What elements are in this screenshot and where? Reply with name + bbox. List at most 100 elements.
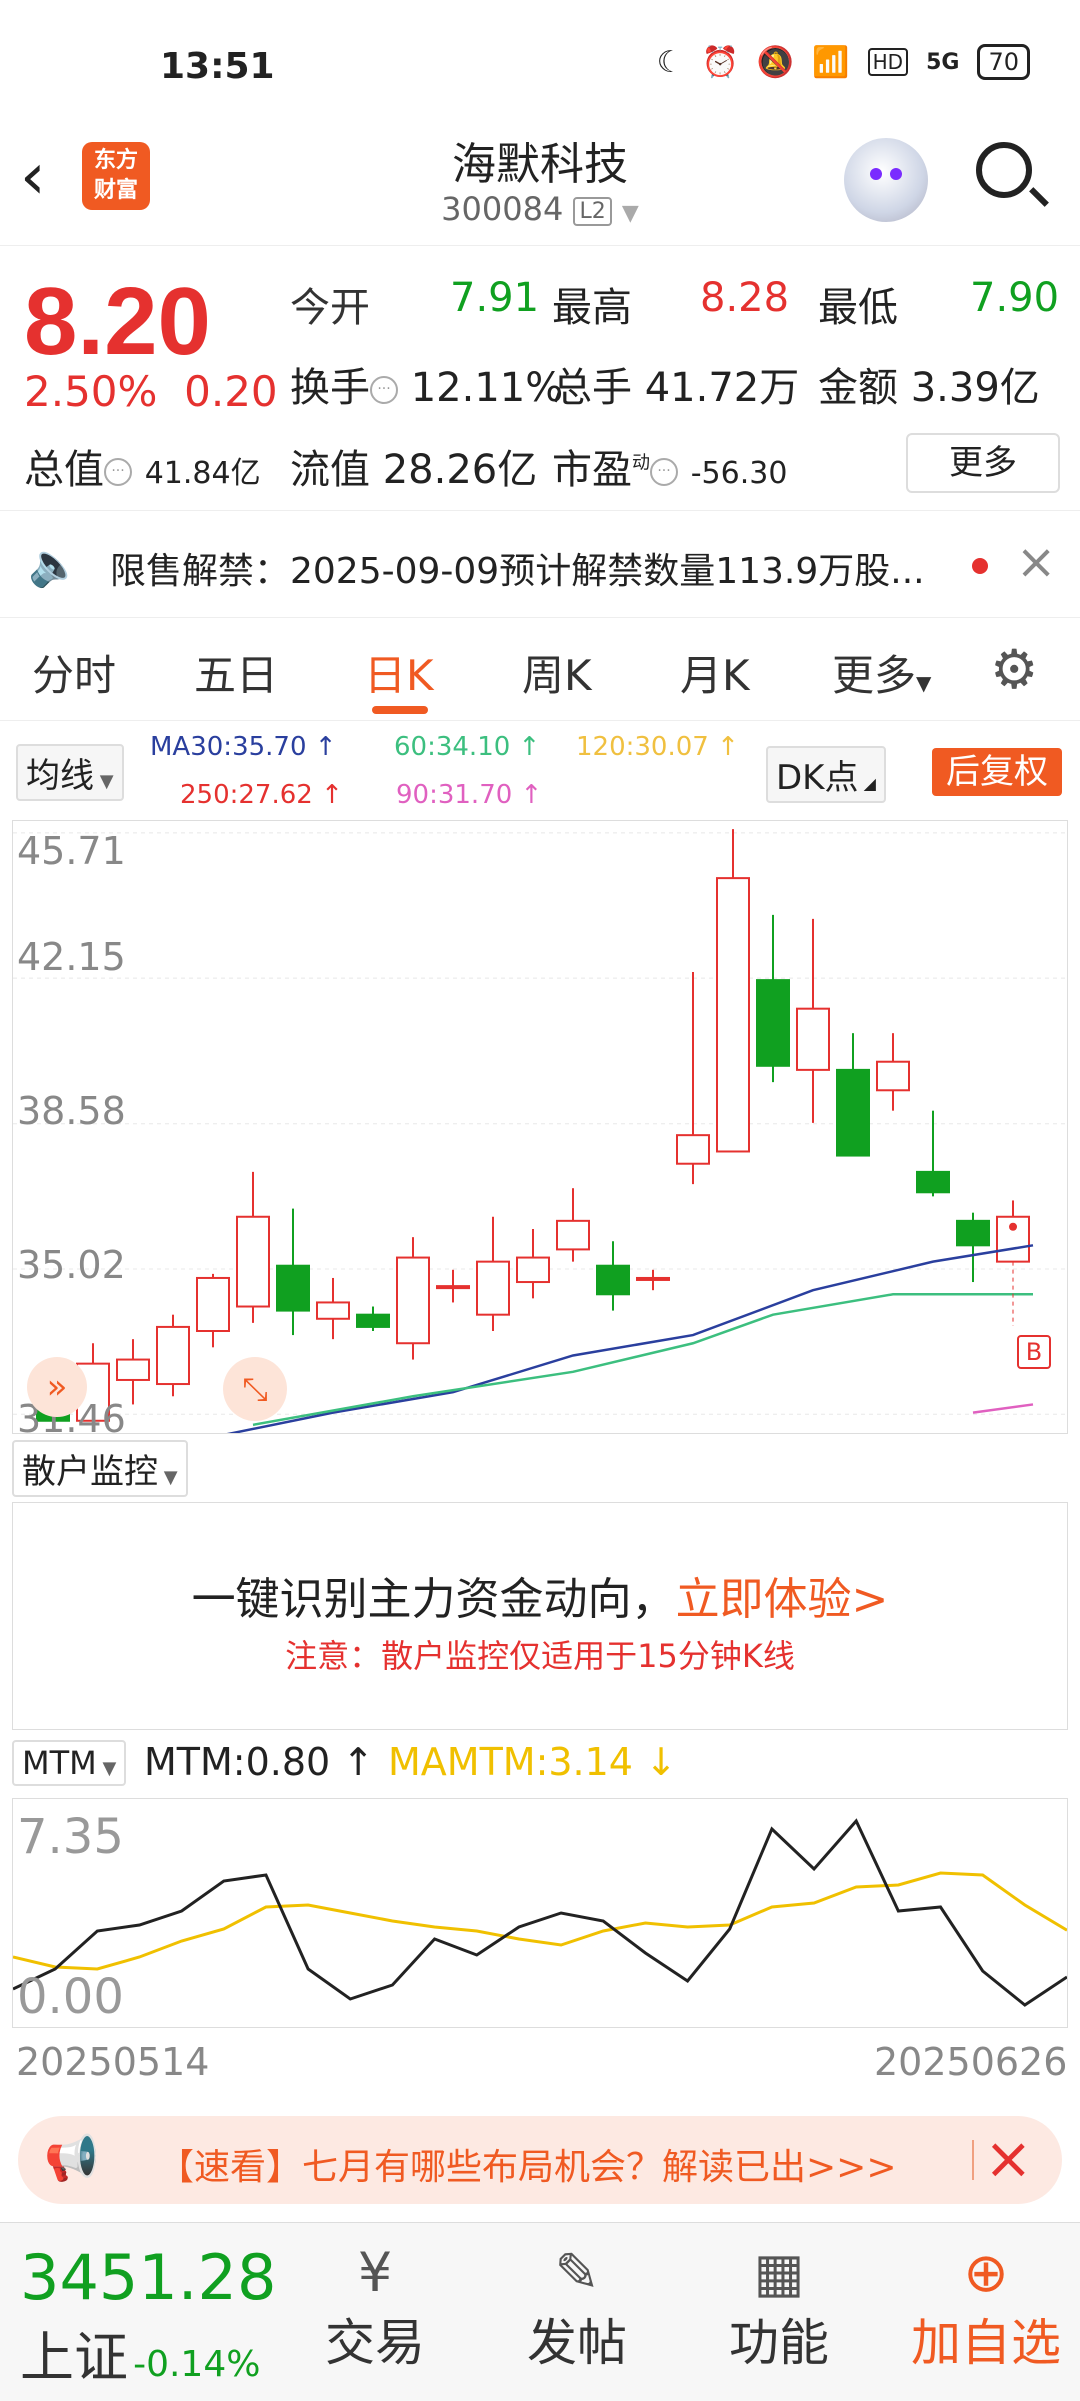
turnover-value: 12.11% (410, 365, 564, 411)
close-icon[interactable]: × (984, 2124, 1033, 2192)
dropdown-icon: ▼ (94, 771, 114, 792)
y-tick-label: 45.71 (17, 829, 126, 873)
fullscreen-icon[interactable]: ⤡ (223, 1357, 287, 1421)
volume-field: 总手 41.72万 (552, 365, 800, 411)
mtm-y-top: 7.35 (17, 1809, 124, 1865)
grid-icon: ▦ (753, 2241, 805, 2304)
hd-badge: HD (867, 48, 909, 76)
bottom-bar: 3451.28 上证 -0.14% ¥ 交易 ✎ 发帖 ▦ 功能 ⊕ 加自选 (0, 2222, 1080, 2401)
candle (556, 1188, 590, 1262)
battery-icon: 70 (977, 44, 1030, 80)
pe-field: 市盈动 ··· -56.30 (552, 447, 788, 493)
quote-panel: 8.20 2.50% 0.20 今开 7.91 最高 8.28 最低 7.90 … (0, 245, 1080, 511)
high-value: 8.28 (700, 275, 790, 321)
candle (956, 1212, 990, 1283)
close-icon[interactable]: × (1016, 534, 1056, 590)
ma-line-90 (972, 1403, 1034, 1414)
candle (596, 1241, 630, 1311)
open-value: 7.91 (450, 275, 540, 321)
fuquan-button[interactable]: 后复权 (932, 748, 1062, 796)
tab-wuri[interactable]: 五日 (194, 642, 278, 703)
candle (356, 1306, 390, 1331)
index-name: 上证 (20, 2326, 128, 2389)
candle (236, 1171, 270, 1323)
ma120-label: 120:30.07 ↑ (576, 732, 739, 762)
x-end-date: 20250626 (874, 2040, 1068, 2084)
candle (516, 1229, 550, 1299)
candle (156, 1314, 190, 1397)
tab-rik[interactable]: 日K (364, 642, 434, 703)
promo-banner[interactable]: 📢 【速看】七月有哪些布局机会？解读已出>>> × (18, 2116, 1062, 2204)
candle (316, 1277, 350, 1340)
turnover-field: 换手 ··· 12.11% (290, 365, 564, 411)
candle (396, 1237, 430, 1360)
amount-value: 3.39亿 (910, 365, 1040, 411)
index-change: -0.14% (133, 2344, 261, 2385)
open-field: 今开 (290, 285, 370, 331)
ma250-label: 250:27.62 ↑ (180, 780, 343, 810)
low-label: 最低 (818, 285, 898, 331)
candle (636, 1269, 670, 1291)
pe-value: -56.30 (690, 456, 788, 491)
unread-dot (972, 558, 988, 574)
candle (196, 1273, 230, 1348)
current-price: 8.20 (24, 268, 211, 375)
float-field: 流值 28.26亿 (290, 447, 538, 493)
mamtm-value-label: MAMTM:3.14 ↓ (388, 1740, 677, 1784)
candle (276, 1208, 310, 1336)
status-bar: 13:51 ☾ ⏰ 🔕 📶 HD 5G 70 (0, 0, 1080, 120)
sanhu-select[interactable]: 散户监控 ▼ (12, 1440, 188, 1497)
volume-value: 41.72万 (644, 365, 800, 411)
candle (436, 1269, 470, 1303)
mktcap-value: 41.84亿 (144, 456, 261, 491)
info-icon[interactable]: ··· (104, 458, 132, 486)
tab-zhouk[interactable]: 周K (522, 642, 592, 703)
network-label: 5G (926, 49, 960, 75)
megaphone-icon: 📢 (44, 2133, 99, 2184)
change-pct: 2.50% (24, 367, 158, 416)
nav-post[interactable]: ✎ 发帖 (502, 2243, 652, 2375)
moon-icon: ☾ (656, 44, 684, 80)
candle (116, 1339, 150, 1405)
search-icon[interactable] (976, 142, 1032, 198)
y-tick-label: 38.58 (17, 1089, 126, 1133)
notice-text: 限售解禁：2025-09-09预计解禁数量113.9万股... (110, 551, 925, 592)
mtm-select[interactable]: MTM ▼ (12, 1740, 127, 1786)
tab-yuek[interactable]: 月K (680, 642, 750, 703)
edit-icon: ✎ (554, 2241, 600, 2304)
b-marker[interactable]: B (1017, 1335, 1051, 1369)
nav-add-watchlist[interactable]: ⊕ 加自选 (896, 2243, 1076, 2375)
nav-function[interactable]: ▦ 功能 (704, 2243, 854, 2375)
active-tab-indicator (372, 706, 428, 714)
ma60-label: 60:34.10 ↑ (394, 732, 541, 762)
try-now-link[interactable]: 立即体验> (676, 1574, 889, 1625)
notice-bar[interactable]: 🔈 限售解禁：2025-09-09预计解禁数量113.9万股... × (0, 512, 1080, 618)
more-button[interactable]: 更多 (906, 433, 1060, 493)
tab-more[interactable]: 更多▼ (832, 642, 931, 703)
robot-assistant-icon[interactable] (844, 138, 928, 222)
mtm-chart[interactable]: 7.35 0.00 (12, 1798, 1068, 2028)
kline-chart[interactable]: 45.71 42.15 38.58 35.02 31.46 B » ⤡ (12, 820, 1068, 1441)
high-label: 最高 (552, 285, 632, 331)
dk-select[interactable]: DK点 ◢ (766, 746, 886, 803)
settings-gear-icon[interactable]: ⚙ (990, 638, 1038, 701)
wifi-icon: 📶 (812, 44, 850, 80)
expand-left-icon[interactable]: » (27, 1357, 87, 1417)
stock-code: 300084 (441, 190, 564, 228)
tab-fenshi[interactable]: 分时 (32, 642, 116, 703)
alarm-icon: ⏰ (701, 44, 739, 80)
index-widget[interactable]: 3451.28 上证 -0.14% (20, 2243, 300, 2390)
nav-trade[interactable]: ¥ 交易 (300, 2243, 450, 2375)
candle (716, 829, 750, 1153)
y-tick-label: 35.02 (17, 1243, 126, 1287)
signal-dot (1009, 1222, 1017, 1231)
info-icon[interactable]: ··· (370, 376, 398, 404)
indicator-select[interactable]: 均线 ▼ (16, 744, 124, 801)
candle (676, 971, 710, 1185)
retail-monitor-panel: 一键识别主力资金动向，立即体验> 注意：散户监控仅适用于15分钟K线 (12, 1502, 1068, 1730)
ma90-label: 90:31.70 ↑ (396, 780, 543, 810)
info-icon[interactable]: ··· (650, 458, 678, 486)
mtm-value-label: MTM:0.80 ↑ (144, 1740, 375, 1784)
speaker-icon: 🔈 (28, 540, 81, 589)
mute-icon: 🔕 (756, 44, 795, 80)
